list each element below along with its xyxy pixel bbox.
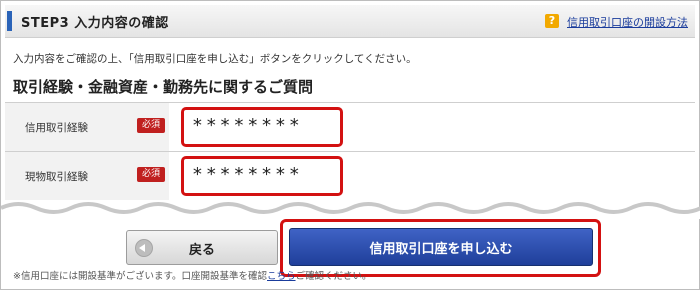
row-label: 現物取引経験: [25, 171, 88, 183]
cash-experience-field[interactable]: ********: [181, 156, 343, 196]
footer-note-text: ※信用口座には開設基準がございます。口座開設基準を確認: [13, 271, 268, 282]
back-button-label: 戻る: [189, 243, 216, 258]
header-accent-bar: [7, 11, 12, 31]
submit-button-label: 信用取引口座を申し込む: [369, 242, 513, 257]
back-button[interactable]: 戻る: [126, 230, 278, 265]
margin-experience-field[interactable]: ********: [181, 107, 343, 147]
apply-margin-account-button[interactable]: 信用取引口座を申し込む: [289, 228, 593, 266]
confirmation-panel: STEP3 入力内容の確認 ? 信用取引口座の開設方法 入力内容をご確認の上、「…: [0, 0, 700, 290]
row-label: 信用取引経験: [25, 122, 88, 134]
table-row: 現物取引経験 必須 ********: [5, 152, 695, 200]
required-badge: 必須: [137, 167, 165, 182]
step-header: STEP3 入力内容の確認 ? 信用取引口座の開設方法: [5, 5, 695, 38]
row-label-cell: 現物取引経験 必須: [5, 152, 169, 200]
wavy-divider: [1, 202, 700, 219]
table-row: 信用取引経験 必須 ********: [5, 103, 695, 152]
question-table: 信用取引経験 必須 ******** 現物取引経験 必須 ********: [5, 102, 695, 203]
help-icon: ?: [545, 14, 559, 28]
intro-text: 入力内容をご確認の上、「信用取引口座を申し込む」ボタンをクリックしてください。: [13, 53, 417, 65]
footer-note-suffix: ご確認ください。: [295, 271, 372, 282]
help-link[interactable]: 信用取引口座の開設方法: [567, 14, 688, 30]
footer-link[interactable]: こちら: [267, 271, 296, 282]
masked-value: ********: [192, 164, 303, 185]
page-title: STEP3 入力内容の確認: [21, 16, 169, 31]
arrow-left-icon: [135, 239, 153, 257]
row-label-cell: 信用取引経験 必須: [5, 103, 169, 151]
footer-note: ※信用口座には開設基準がございます。口座開設基準を確認こちらご確認ください。: [13, 268, 372, 282]
required-badge: 必須: [137, 118, 165, 133]
masked-value: ********: [192, 115, 303, 136]
section-title: 取引経験・金融資産・勤務先に関するご質問: [13, 78, 314, 96]
